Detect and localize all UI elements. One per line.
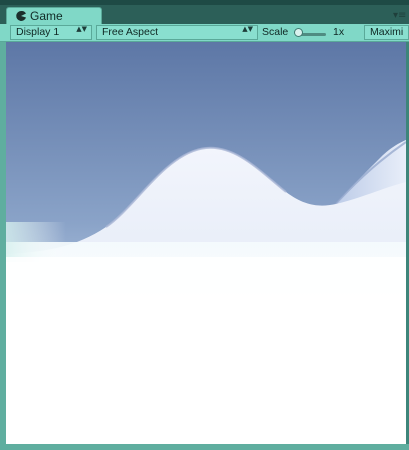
- aspect-dropdown-value: Free Aspect: [102, 26, 159, 38]
- dropdown-arrows-icon: ▲▼: [76, 25, 87, 33]
- game-viewport[interactable]: [6, 42, 406, 444]
- scale-slider-thumb[interactable]: [294, 28, 303, 37]
- game-toolbar: Display 1 ▲▼ Free Aspect ▲▼ Scale 1x Max…: [0, 24, 409, 42]
- horizon-haze: [6, 222, 66, 262]
- tab-label: Game: [30, 9, 63, 23]
- maximize-button-label: Maximi: [370, 26, 404, 38]
- panel-menu-icon[interactable]: ▾≡: [393, 10, 406, 22]
- display-dropdown[interactable]: Display 1 ▲▼: [10, 25, 92, 40]
- scale-label: Scale: [262, 26, 289, 38]
- panel-bottom-border: [0, 444, 409, 450]
- maximize-on-play-button[interactable]: Maximi: [364, 25, 409, 40]
- pacman-game-icon: [16, 10, 26, 21]
- dropdown-arrows-icon: ▲▼: [242, 25, 253, 33]
- aspect-dropdown[interactable]: Free Aspect ▲▼: [96, 25, 258, 40]
- display-dropdown-value: Display 1: [16, 26, 60, 38]
- tab-strip-top-edge: [0, 0, 409, 5]
- game-scene: [6, 42, 406, 444]
- scale-value: 1x: [333, 26, 345, 38]
- tab-game[interactable]: Game: [6, 7, 102, 24]
- tab-strip: Game ▾≡: [0, 0, 409, 24]
- game-window: Game ▾≡ Display 1 ▲▼ Free Aspect ▲▼ Scal…: [0, 0, 409, 450]
